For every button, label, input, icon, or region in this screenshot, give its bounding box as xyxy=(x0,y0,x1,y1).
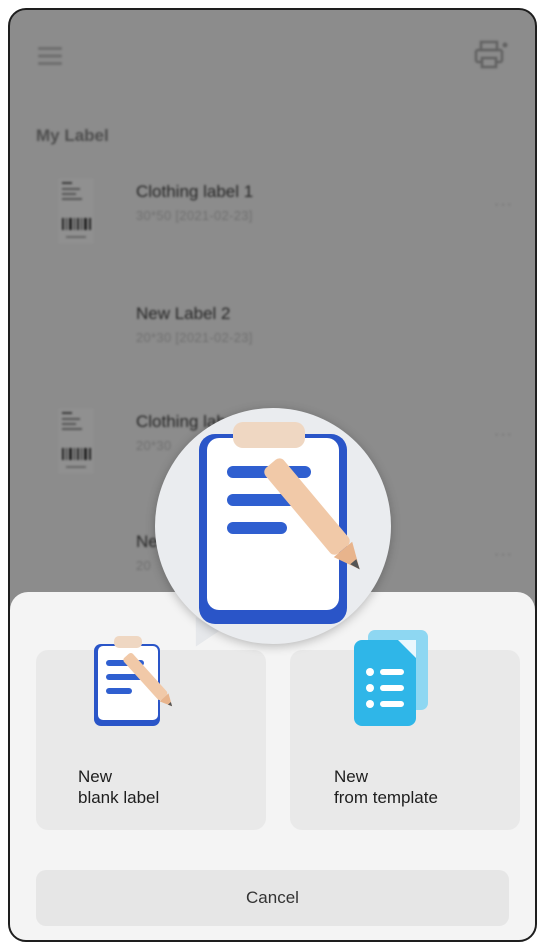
label-row[interactable]: New Label 2 20*30 [2021-02-23] xyxy=(10,282,535,392)
label-thumbnail xyxy=(58,408,94,474)
menu-icon[interactable] xyxy=(36,44,64,68)
clipboard-pencil-icon xyxy=(94,636,173,726)
new-blank-label-button[interactable]: New blank label xyxy=(36,636,266,830)
clipboard-pencil-icon xyxy=(199,422,360,624)
printer-icon[interactable] xyxy=(473,40,509,70)
new-from-template-button[interactable]: New from template xyxy=(290,630,520,830)
more-options-icon[interactable]: ··· xyxy=(494,546,513,564)
label-name: New Label 2 xyxy=(136,304,231,323)
label-thumbnail xyxy=(58,178,94,244)
more-options-icon[interactable]: ··· xyxy=(494,196,513,214)
section-title: My Label xyxy=(36,126,109,145)
blank-label-text: New blank label xyxy=(78,767,160,807)
magnifier-callout xyxy=(155,408,391,644)
create-label-sheet: New blank label New from template Cancel xyxy=(10,592,535,940)
more-options-icon[interactable]: ··· xyxy=(494,426,513,444)
label-meta: 20*30 xyxy=(136,438,172,453)
top-bar xyxy=(10,10,535,105)
label-name: Clothing label 1 xyxy=(136,182,254,201)
template-label-text: New from template xyxy=(334,767,438,807)
template-document-icon xyxy=(354,630,428,726)
label-meta: 30*50 [2021-02-23] xyxy=(136,208,253,223)
cancel-button[interactable]: Cancel xyxy=(36,870,509,926)
label-meta: 20 xyxy=(136,558,152,573)
label-meta: 20*30 [2021-02-23] xyxy=(136,330,253,345)
phone-frame: My Label Clothing label 1 30*50 [2021-02… xyxy=(8,8,537,942)
label-row[interactable]: Clothing label 1 30*50 [2021-02-23] ··· xyxy=(10,160,535,270)
